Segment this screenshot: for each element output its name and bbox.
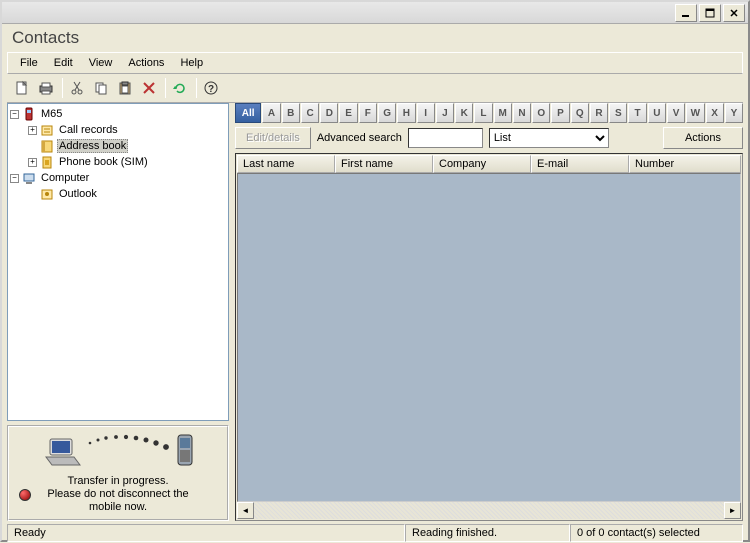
print-icon[interactable] (35, 77, 57, 99)
alpha-tab-p[interactable]: P (551, 103, 569, 123)
app-title: Contacts (2, 24, 748, 50)
edit-details-button[interactable]: Edit/details (235, 127, 311, 149)
status-ready: Ready (7, 524, 405, 542)
maximize-button[interactable] (699, 4, 721, 22)
scroll-right-icon[interactable]: ► (724, 502, 741, 519)
main-area: − M65 + Call records Address book + (7, 103, 743, 521)
tree-node-call-records[interactable]: Call records (57, 124, 120, 136)
alpha-tab-g[interactable]: G (378, 103, 396, 123)
folder-tree[interactable]: − M65 + Call records Address book + (7, 103, 229, 421)
tree-collapse-icon[interactable]: − (10, 174, 19, 183)
transfer-line: Transfer in progress. (47, 475, 188, 488)
advanced-search-label: Advanced search (317, 132, 402, 144)
alpha-tab-y[interactable]: Y (725, 103, 743, 123)
menu-help[interactable]: Help (172, 55, 211, 71)
alpha-tab-c[interactable]: C (301, 103, 319, 123)
menu-file[interactable]: File (12, 55, 46, 71)
transfer-status-text: Transfer in progress. Please do not disc… (47, 475, 188, 514)
alpha-tab-l[interactable]: L (474, 103, 492, 123)
search-input[interactable] (408, 128, 483, 148)
tree-node-phone-book-sim[interactable]: Phone book (SIM) (57, 156, 150, 168)
view-mode-select[interactable]: List (489, 128, 609, 148)
status-reading: Reading finished. (405, 524, 570, 542)
alpha-tab-h[interactable]: H (397, 103, 415, 123)
call-records-icon (40, 123, 54, 137)
alpha-tab-d[interactable]: D (320, 103, 338, 123)
table-header: Last name First name Company E-mail Numb… (237, 155, 741, 173)
alpha-tabs: All ABCDEFGHIJKLMNOPQRSTUVWXY (235, 103, 743, 123)
tree-node-computer[interactable]: Computer (39, 172, 91, 184)
menu-view[interactable]: View (81, 55, 121, 71)
alpha-tab-a[interactable]: A (262, 103, 280, 123)
computer-icon (22, 171, 36, 185)
alpha-tab-s[interactable]: S (609, 103, 627, 123)
tree-expand-icon[interactable]: + (28, 126, 37, 135)
status-led-icon (19, 489, 31, 501)
alpha-tab-t[interactable]: T (628, 103, 646, 123)
menu-edit[interactable]: Edit (46, 55, 81, 71)
alpha-tab-v[interactable]: V (667, 103, 685, 123)
menu-actions[interactable]: Actions (120, 55, 172, 71)
search-row: Edit/details Advanced search List Action… (235, 127, 743, 149)
alpha-tab-q[interactable]: Q (571, 103, 589, 123)
alpha-tab-i[interactable]: I (417, 103, 435, 123)
transfer-panel: Transfer in progress. Please do not disc… (7, 425, 229, 521)
contacts-table: Last name First name Company E-mail Numb… (235, 153, 743, 521)
statusbar: Ready Reading finished. 0 of 0 contact(s… (7, 523, 743, 543)
table-body[interactable] (237, 173, 741, 502)
new-icon[interactable] (11, 77, 33, 99)
alpha-tab-b[interactable]: B (282, 103, 300, 123)
tree-collapse-icon[interactable]: − (10, 110, 19, 119)
phone-device-icon (22, 107, 36, 121)
copy-icon[interactable] (90, 77, 112, 99)
column-company[interactable]: Company (433, 155, 531, 173)
transfer-line: mobile now. (47, 501, 188, 514)
alpha-tab-w[interactable]: W (686, 103, 704, 123)
toolbar: ? (7, 74, 743, 103)
status-selection: 0 of 0 contact(s) selected (570, 524, 743, 542)
content-area: All ABCDEFGHIJKLMNOPQRSTUVWXY Edit/detai… (235, 103, 743, 521)
alpha-tab-k[interactable]: K (455, 103, 473, 123)
tree-node-device[interactable]: M65 (39, 108, 64, 120)
tree-expand-icon[interactable]: + (28, 158, 37, 167)
column-first-name[interactable]: First name (335, 155, 433, 173)
minimize-button[interactable] (675, 4, 697, 22)
alpha-tab-f[interactable]: F (359, 103, 377, 123)
scroll-left-icon[interactable]: ◄ (237, 502, 254, 519)
alpha-tab-m[interactable]: M (494, 103, 512, 123)
outlook-icon (40, 187, 54, 201)
titlebar (2, 2, 748, 24)
transfer-line: Please do not disconnect the (47, 488, 188, 501)
cut-icon[interactable] (66, 77, 88, 99)
alpha-tab-u[interactable]: U (648, 103, 666, 123)
sync-icon[interactable] (169, 77, 191, 99)
alpha-tab-e[interactable]: E (339, 103, 357, 123)
sim-icon (40, 155, 54, 169)
column-email[interactable]: E-mail (531, 155, 629, 173)
alpha-tab-j[interactable]: J (436, 103, 454, 123)
sidebar: − M65 + Call records Address book + (7, 103, 229, 521)
transfer-graphic (28, 431, 208, 471)
svg-text:?: ? (208, 84, 214, 95)
paste-icon[interactable] (114, 77, 136, 99)
alpha-tab-o[interactable]: O (532, 103, 550, 123)
alpha-tab-n[interactable]: N (513, 103, 531, 123)
help-icon[interactable]: ? (200, 77, 222, 99)
close-button[interactable] (723, 4, 745, 22)
scroll-track[interactable] (254, 502, 724, 519)
column-number[interactable]: Number (629, 155, 741, 173)
alpha-tab-x[interactable]: X (706, 103, 724, 123)
horizontal-scrollbar[interactable]: ◄ ► (237, 502, 741, 519)
tree-node-address-book[interactable]: Address book (57, 139, 128, 153)
column-last-name[interactable]: Last name (237, 155, 335, 173)
actions-button[interactable]: Actions (663, 127, 743, 149)
delete-icon[interactable] (138, 77, 160, 99)
alpha-tab-all[interactable]: All (235, 103, 261, 123)
alpha-tab-r[interactable]: R (590, 103, 608, 123)
address-book-icon (40, 139, 54, 153)
tree-node-outlook[interactable]: Outlook (57, 188, 99, 200)
menubar: File Edit View Actions Help (7, 52, 743, 74)
